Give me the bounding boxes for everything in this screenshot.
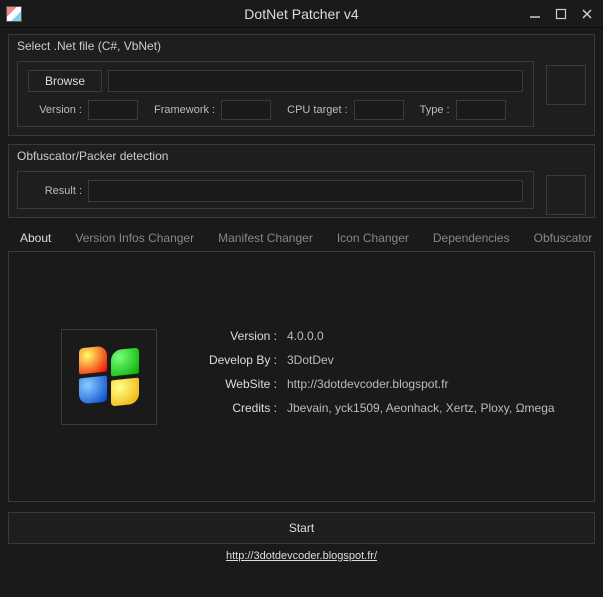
- tab-obfuscator[interactable]: Obfuscator: [522, 226, 603, 251]
- version-label: Version :: [28, 104, 82, 116]
- tab-dependencies[interactable]: Dependencies: [421, 226, 522, 251]
- about-website-val[interactable]: http://3dotdevcoder.blogspot.fr: [287, 377, 448, 391]
- detection-icon-preview: [546, 175, 586, 215]
- app-icon: [6, 6, 22, 22]
- framework-field: [221, 100, 271, 120]
- tab-strip: About Version Infos Changer Manifest Cha…: [8, 226, 595, 252]
- about-develop-key: Develop By :: [197, 353, 277, 367]
- browse-button[interactable]: Browse: [28, 70, 102, 92]
- maximize-button[interactable]: [549, 4, 573, 24]
- type-label: Type :: [420, 104, 450, 116]
- framework-label: Framework :: [154, 104, 215, 116]
- file-path-field[interactable]: [108, 70, 523, 92]
- about-credits-key: Credits :: [197, 401, 277, 415]
- detection-title: Obfuscator/Packer detection: [9, 145, 594, 165]
- window-title: DotNet Patcher v4: [0, 6, 603, 22]
- version-field: [88, 100, 138, 120]
- window-controls: [523, 4, 599, 24]
- footer-link[interactable]: http://3dotdevcoder.blogspot.fr/: [8, 550, 595, 562]
- result-field: [88, 180, 523, 202]
- result-label: Result :: [28, 185, 82, 197]
- about-credits-val: Jbevain, yck1509, Aeonhack, Xertz, Ploxy…: [287, 401, 555, 415]
- type-field: [456, 100, 506, 120]
- cpu-target-label: CPU target :: [287, 104, 348, 116]
- about-tab-content: Version : 4.0.0.0 Develop By : 3DotDev W…: [8, 252, 595, 502]
- about-version-key: Version :: [197, 329, 277, 343]
- cpu-target-field: [354, 100, 404, 120]
- select-file-panel: Select .Net file (C#, VbNet) Browse Vers…: [8, 34, 595, 136]
- detection-inner: Result :: [17, 171, 534, 209]
- file-icon-preview: [546, 65, 586, 105]
- about-logo-box: [61, 329, 157, 425]
- tab-about[interactable]: About: [8, 226, 63, 251]
- windows-logo-icon: [79, 347, 139, 407]
- select-file-inner: Browse Version : Framework : CPU target …: [17, 61, 534, 127]
- about-info: Version : 4.0.0.0 Develop By : 3DotDev W…: [197, 329, 555, 425]
- start-button[interactable]: Start: [8, 512, 595, 544]
- close-button[interactable]: [575, 4, 599, 24]
- detection-panel: Obfuscator/Packer detection Result :: [8, 144, 595, 218]
- about-version-val: 4.0.0.0: [287, 329, 324, 343]
- about-website-key: WebSite :: [197, 377, 277, 391]
- tab-version-infos-changer[interactable]: Version Infos Changer: [63, 226, 206, 251]
- tab-manifest-changer[interactable]: Manifest Changer: [206, 226, 325, 251]
- select-file-title: Select .Net file (C#, VbNet): [9, 35, 594, 55]
- titlebar: DotNet Patcher v4: [0, 0, 603, 28]
- minimize-button[interactable]: [523, 4, 547, 24]
- about-develop-val: 3DotDev: [287, 353, 334, 367]
- tab-icon-changer[interactable]: Icon Changer: [325, 226, 421, 251]
